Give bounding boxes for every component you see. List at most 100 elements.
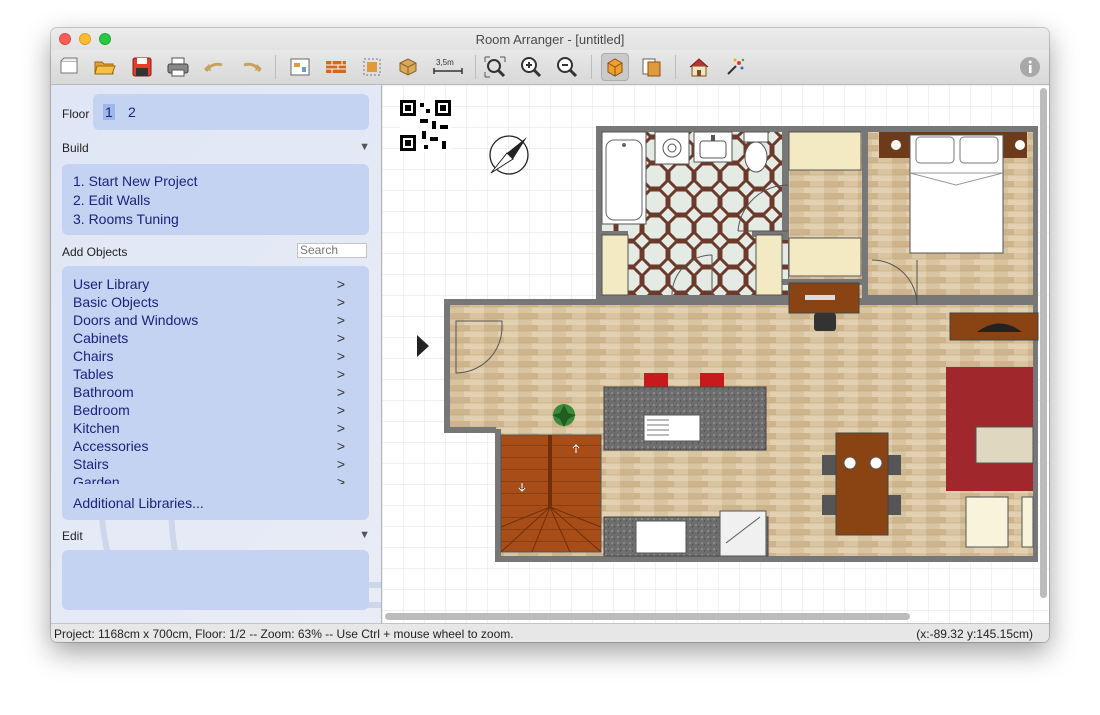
- measure-icon[interactable]: 3,5m: [431, 53, 465, 81]
- category-label: Cabinets: [73, 330, 129, 346]
- edit-panel: [62, 550, 369, 610]
- add-objects-label: Add Objects: [62, 245, 128, 259]
- category-label: Doors and Windows: [73, 312, 199, 328]
- category-stairs[interactable]: Stairs >: [73, 456, 355, 472]
- category-label: Chairs: [73, 348, 114, 364]
- open-icon[interactable]: [91, 53, 119, 81]
- house-icon[interactable]: [685, 53, 713, 81]
- vertical-scrollbar[interactable]: [1040, 88, 1047, 598]
- add-objects-panel: User Library > Basic Objects > Doors and W…: [62, 266, 369, 520]
- cabinet: [755, 234, 783, 296]
- status-bar: Project: 1168cm x 700cm, Floor: 1/2 -- Z…: [51, 623, 1049, 642]
- wardrobe: [788, 237, 862, 277]
- floor-plan: [382, 85, 1049, 623]
- chevron-right-icon: >: [336, 420, 345, 436]
- toolbar-separator: [675, 55, 676, 79]
- chevron-right-icon: >: [336, 330, 345, 346]
- rooms-tuning-link[interactable]: 3. Rooms Tuning: [73, 211, 179, 227]
- category-chairs[interactable]: Chairs >: [73, 348, 355, 364]
- view-3d-icon[interactable]: [637, 53, 665, 81]
- category-bathroom[interactable]: Bathroom >: [73, 384, 355, 400]
- toolbar-separator: [475, 55, 476, 79]
- floor-1-tab[interactable]: 1: [103, 104, 115, 120]
- measure-label: 3,5m: [436, 58, 454, 67]
- category-label: Kitchen: [73, 420, 120, 436]
- edit-section-label: Edit: [62, 529, 83, 543]
- category-tables[interactable]: Tables >: [73, 366, 355, 382]
- category-label: Bathroom: [73, 384, 134, 400]
- kitchen-counter: [603, 510, 769, 557]
- category-label: Tables: [73, 366, 114, 382]
- print-icon[interactable]: [164, 53, 192, 81]
- floor-plan-canvas[interactable]: [382, 85, 1049, 623]
- chevron-right-icon: >: [336, 384, 345, 400]
- start-new-project-link[interactable]: 1. Start New Project: [73, 173, 198, 189]
- washing-machine: [654, 131, 690, 165]
- category-label: Basic Objects: [73, 294, 159, 310]
- category-label: Garden: [73, 474, 120, 484]
- chevron-right-icon: >: [336, 474, 345, 484]
- category-bedroom[interactable]: Bedroom >: [73, 402, 355, 418]
- window-title: Room Arranger - [untitled]: [475, 32, 625, 47]
- undo-icon[interactable]: [200, 53, 228, 81]
- horizontal-scrollbar[interactable]: [385, 613, 910, 620]
- toolbar: 3,5m: [51, 50, 1049, 85]
- floor-2-tab[interactable]: 2: [126, 104, 138, 120]
- chevron-right-icon: >: [336, 438, 345, 454]
- new-icon[interactable]: [55, 53, 83, 81]
- bathroom-sink: [693, 131, 733, 163]
- fireworks-icon[interactable]: [721, 53, 749, 81]
- build-panel: 1. Start New Project 2. Edit Walls 3. Ro…: [62, 164, 369, 235]
- object-icon[interactable]: [394, 53, 422, 81]
- status-info: Project: 1168cm x 700cm, Floor: 1/2 -- Z…: [54, 627, 514, 641]
- category-doors-and-windows[interactable]: Doors and Windows >: [73, 312, 355, 328]
- build-section-label: Build: [62, 141, 89, 155]
- category-accessories[interactable]: Accessories >: [73, 438, 355, 454]
- chevron-right-icon: >: [336, 402, 345, 418]
- select-icon[interactable]: [358, 53, 386, 81]
- info-icon[interactable]: [1016, 53, 1044, 81]
- redo-icon[interactable]: [238, 53, 266, 81]
- toolbar-separator: [591, 55, 592, 79]
- category-kitchen[interactable]: Kitchen >: [73, 420, 355, 436]
- zoom-fit-icon[interactable]: [481, 53, 509, 81]
- app-window: Room Arranger - [untitled] 3,5m Floor 1 …: [51, 28, 1049, 642]
- zoom-out-icon[interactable]: [553, 53, 581, 81]
- search-input[interactable]: Search: [297, 243, 367, 258]
- qr-code: [400, 100, 451, 151]
- category-garden[interactable]: Garden >: [73, 474, 355, 484]
- tv-stand: [949, 312, 1039, 341]
- build-collapse-icon[interactable]: ▼: [359, 141, 370, 153]
- cursor-coordinates: (x:-89.32 y:145.15cm): [916, 627, 1033, 641]
- category-user-library[interactable]: User Library >: [73, 276, 355, 292]
- room-icon[interactable]: [286, 53, 314, 81]
- category-label: Accessories: [73, 438, 149, 454]
- wardrobe: [788, 131, 862, 171]
- floor-label: Floor: [62, 107, 90, 121]
- category-cabinets[interactable]: Cabinets >: [73, 330, 355, 346]
- view-2d-icon[interactable]: [601, 53, 629, 81]
- category-label: Bedroom: [73, 402, 130, 418]
- floor-selector: 1 2: [93, 94, 369, 130]
- chevron-right-icon: >: [336, 312, 345, 328]
- chevron-right-icon: >: [336, 294, 345, 310]
- save-icon[interactable]: [128, 53, 156, 81]
- staircase: [500, 434, 602, 553]
- cabinet: [601, 234, 629, 296]
- category-label: User Library: [73, 276, 150, 292]
- chevron-right-icon: >: [336, 348, 345, 364]
- category-label: Stairs: [73, 456, 109, 472]
- toolbar-separator: [275, 55, 276, 79]
- chevron-right-icon: >: [336, 276, 345, 292]
- category-basic-objects[interactable]: Basic Objects >: [73, 294, 355, 310]
- bathtub: [601, 131, 647, 225]
- zoom-in-icon[interactable]: [517, 53, 545, 81]
- edit-collapse-icon[interactable]: ▼: [359, 529, 370, 541]
- toilet: [743, 131, 769, 173]
- chevron-right-icon: >: [336, 456, 345, 472]
- left-sidebar: Floor 1 2 Build ▼ 1. Start New Project 2…: [51, 85, 382, 623]
- edit-walls-link[interactable]: 2. Edit Walls: [73, 192, 150, 208]
- title-bar: Room Arranger - [untitled]: [51, 28, 1049, 50]
- wall-icon[interactable]: [322, 53, 350, 81]
- additional-libraries-link[interactable]: Additional Libraries...: [73, 495, 355, 511]
